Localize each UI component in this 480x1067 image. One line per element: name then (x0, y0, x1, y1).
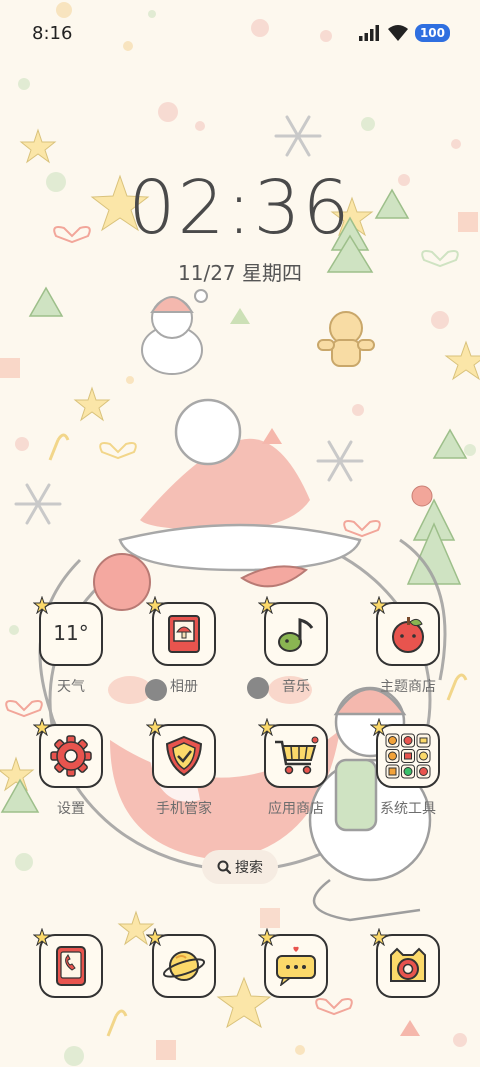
star-badge-icon (258, 596, 276, 614)
weather-icon[interactable]: 11° (33, 596, 103, 666)
chat-bubble-icon (276, 946, 316, 986)
app-label: 相册 (170, 679, 198, 695)
shopping-cart-icon (275, 736, 319, 775)
status-time: 8:16 (32, 23, 73, 44)
camera-lens-icon (390, 947, 426, 982)
app-label: 应用商店 (268, 801, 324, 817)
search-label: 搜索 (235, 860, 263, 876)
star-badge-icon (33, 718, 51, 736)
star-badge-icon (370, 596, 388, 614)
app-gallery[interactable]: 相册 (136, 596, 232, 696)
star-badge-icon (258, 718, 276, 736)
app-label: 设置 (57, 801, 85, 817)
security-shield-icon[interactable] (146, 718, 216, 788)
theme-store-icon[interactable] (370, 596, 440, 666)
star-badge-icon (258, 928, 276, 946)
app-store-cart-icon[interactable] (258, 718, 328, 788)
search-button[interactable]: 搜索 (202, 850, 278, 884)
wifi-icon (387, 25, 408, 41)
weather-temperature: 11° (53, 621, 89, 645)
shield-icon (165, 735, 203, 777)
camera-icon[interactable] (370, 928, 440, 998)
home-screen: 8:16 100 02:36 11/27 星期四 11° 天气 相册 音乐 主题… (0, 0, 480, 1067)
app-label: 手机管家 (156, 801, 212, 817)
app-phone-manager[interactable]: 手机管家 (136, 718, 232, 818)
app-label: 主题商店 (380, 679, 436, 695)
star-badge-icon (146, 928, 164, 946)
apple-icon (392, 617, 424, 653)
battery-icon: 100 (414, 24, 450, 42)
folder-grid-icon (385, 733, 431, 779)
status-bar: 8:16 100 (0, 0, 480, 66)
dock-camera[interactable] (360, 928, 456, 998)
app-theme-store[interactable]: 主题商店 (360, 596, 456, 696)
planet-icon (162, 951, 206, 981)
handset-icon (56, 946, 86, 986)
signal-icon (358, 25, 379, 41)
phone-icon[interactable] (33, 928, 103, 998)
search-icon (217, 860, 231, 874)
app-label: 天气 (57, 679, 85, 695)
app-settings[interactable]: 设置 (23, 718, 119, 818)
app-weather[interactable]: 11° 天气 (23, 596, 119, 696)
messages-icon[interactable] (258, 928, 328, 998)
status-icons: 100 (358, 22, 450, 44)
music-note-icon (278, 618, 314, 652)
app-app-store[interactable]: 应用商店 (248, 718, 344, 818)
dock-messages[interactable] (248, 928, 344, 998)
browser-planet-icon[interactable] (146, 928, 216, 998)
lockscreen-clock: 02:36 (128, 165, 352, 251)
app-label: 系统工具 (380, 801, 436, 817)
star-badge-icon (146, 718, 164, 736)
app-system-tools[interactable]: 系统工具 (360, 718, 456, 818)
dock-phone[interactable] (23, 928, 119, 998)
star-badge-icon (370, 928, 388, 946)
lockscreen-date: 11/27 星期四 (178, 261, 302, 285)
christmas-wallpaper (0, 0, 480, 1067)
gear-icon (50, 735, 92, 777)
system-tools-folder-icon[interactable] (370, 718, 440, 788)
app-music[interactable]: 音乐 (248, 596, 344, 696)
gallery-icon[interactable] (146, 596, 216, 666)
star-badge-icon (33, 928, 51, 946)
photo-frame-icon (168, 615, 200, 653)
settings-gear-icon[interactable] (33, 718, 103, 788)
star-badge-icon (33, 596, 51, 614)
dock-browser[interactable] (136, 928, 232, 998)
app-label: 音乐 (282, 679, 310, 695)
star-badge-icon (146, 596, 164, 614)
music-icon[interactable] (258, 596, 328, 666)
